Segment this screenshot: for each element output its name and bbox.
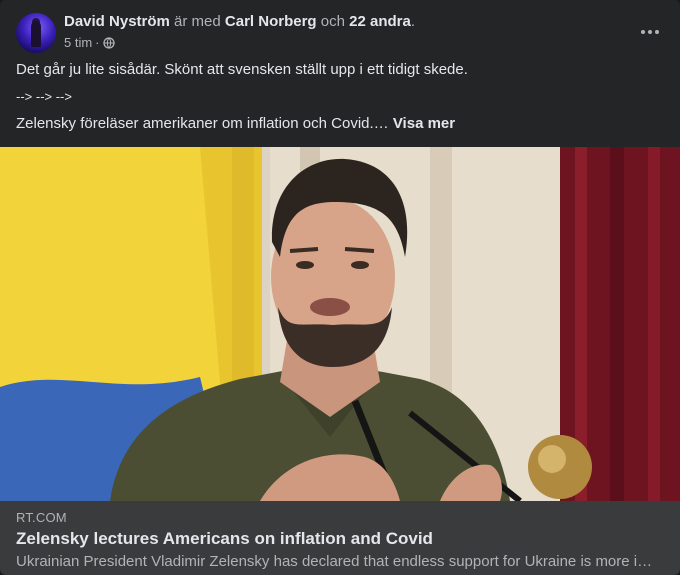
post-header: David Nyström är med Carl Norberg och 22… [16, 12, 664, 54]
others-link[interactable]: 22 andra [349, 13, 411, 30]
more-options-icon [641, 30, 645, 34]
tagged-person-link[interactable]: Carl Norberg [225, 13, 317, 30]
and-label: och [320, 13, 345, 30]
link-description: Ukrainian President Vladimir Zelensky ha… [16, 553, 664, 570]
globe-icon[interactable] [102, 36, 115, 49]
more-options-button[interactable] [636, 18, 664, 46]
link-preview-image[interactable] [0, 147, 680, 501]
see-more-link[interactable]: Visa mer [393, 115, 455, 132]
avatar-figure [31, 21, 41, 47]
post-text-line-2: --> --> --> [16, 89, 72, 104]
author-avatar[interactable] [16, 13, 56, 53]
with-label: är med [174, 13, 221, 30]
feed-post: David Nyström är med Carl Norberg och 22… [0, 0, 680, 575]
meta-separator: · [95, 35, 100, 50]
post-timestamp-link[interactable]: 5 tim [64, 35, 92, 50]
post-byline: David Nyström är med Carl Norberg och 22… [64, 13, 415, 31]
dot [648, 30, 652, 34]
link-preview-card[interactable]: RT.COM Zelensky lectures Americans on in… [0, 501, 680, 575]
post-text-line-3: Zelensky föreläser amerikaner om inflati… [16, 114, 664, 134]
byline-period: . [410, 13, 415, 30]
author-name-link[interactable]: David Nyström [64, 13, 170, 30]
post-text-line-1: Det går ju lite sisådär. Skönt att svens… [16, 61, 468, 78]
post-meta: 5 tim · [64, 35, 115, 50]
link-domain: RT.COM [16, 510, 67, 525]
link-title[interactable]: Zelensky lectures Americans on inflation… [16, 529, 433, 549]
zelensky-photo [0, 147, 680, 501]
post-text-excerpt: Zelensky föreläser amerikaner om inflati… [16, 115, 389, 132]
dot [655, 30, 659, 34]
